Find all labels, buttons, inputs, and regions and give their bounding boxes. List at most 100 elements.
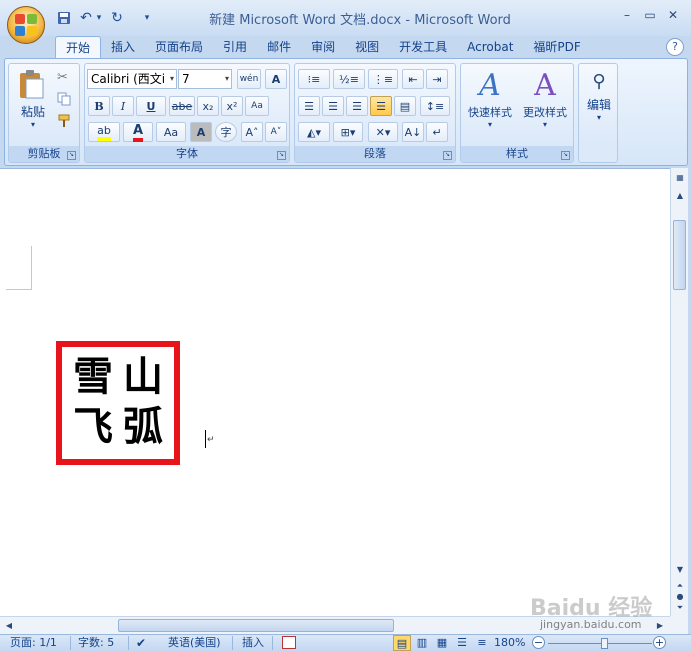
vertical-scroll-thumb[interactable] <box>673 220 686 290</box>
line-spacing-button[interactable]: ↕≡ <box>420 96 450 116</box>
minimize-button[interactable]: – <box>616 8 638 26</box>
align-left-button[interactable]: ☰ <box>298 96 320 116</box>
tab-acrobat[interactable]: Acrobat <box>457 36 523 58</box>
tab-insert[interactable]: 插入 <box>101 36 145 58</box>
format-painter-icon[interactable] <box>57 114 73 130</box>
zoom-slider-thumb[interactable] <box>601 638 608 649</box>
quick-styles-button[interactable]: A 快速样式 ▾ <box>463 68 517 134</box>
editing-button[interactable]: ⚲ 编辑 ▾ <box>581 68 617 134</box>
font-size-combo[interactable]: 7 ▾ <box>178 69 232 89</box>
line-spacing-icon: ↕≡ <box>425 99 445 113</box>
save-icon[interactable] <box>55 9 73 27</box>
tab-home[interactable]: 开始 <box>55 36 102 58</box>
office-button[interactable] <box>7 6 45 44</box>
character-shading-button[interactable]: A <box>190 122 212 142</box>
phonetic-guide-button[interactable]: wén <box>237 69 261 89</box>
zoom-level[interactable]: 180% <box>494 635 525 651</box>
scroll-up-icon[interactable]: ▲ <box>672 188 688 204</box>
font-name-value: Calibri (西文i <box>91 72 166 86</box>
multilevel-list-button[interactable]: ⋮≡ <box>368 69 398 89</box>
increase-indent-icon: ⇥ <box>432 72 442 86</box>
bullets-icon: ⁝≡ <box>307 72 321 86</box>
window-title: 新建 Microsoft Word 文档.docx - Microsoft Wo… <box>209 13 511 28</box>
tab-foxit-pdf[interactable]: 福昕PDF <box>523 36 590 58</box>
paste-button[interactable]: 粘贴 ▾ <box>17 68 49 130</box>
tab-references[interactable]: 引用 <box>213 36 257 58</box>
proofing-icon[interactable]: ✔ <box>136 635 146 651</box>
scroll-left-icon[interactable]: ◀ <box>1 618 17 634</box>
scrollbar-corner <box>670 616 688 634</box>
font-color-button[interactable]: A <box>123 122 153 142</box>
shading-button[interactable]: ◭▾ <box>298 122 330 142</box>
underline-button[interactable]: U <box>136 96 166 116</box>
redo-button[interactable]: ↻ <box>108 9 126 27</box>
tab-view[interactable]: 视图 <box>345 36 389 58</box>
borders-button[interactable]: ⊞▾ <box>333 122 363 142</box>
align-center-button[interactable]: ☰ <box>322 96 344 116</box>
draft-view-icon[interactable]: ≡ <box>473 635 491 651</box>
numbering-button[interactable]: ½≡ <box>333 69 365 89</box>
superscript-button[interactable]: x² <box>221 96 243 116</box>
zoom-slider-track[interactable] <box>548 643 652 644</box>
change-styles-button[interactable]: A 更改样式 ▾ <box>518 68 572 134</box>
strikethrough-button[interactable]: abe <box>169 96 195 116</box>
italic-button[interactable]: I <box>112 96 134 116</box>
scroll-right-icon[interactable]: ▶ <box>652 618 668 634</box>
scroll-down-icon[interactable]: ▼ <box>672 562 688 578</box>
bullets-button[interactable]: ⁝≡ <box>298 69 330 89</box>
paragraph-launcher-icon[interactable]: ↘ <box>443 151 452 160</box>
print-layout-view-icon[interactable]: ▤ <box>393 635 411 651</box>
highlight-button[interactable]: ab <box>88 122 120 142</box>
shrink-font-button[interactable]: A˅ <box>265 122 287 142</box>
vertical-scrollbar[interactable]: ▦ ▲ ▼ ⏶ ● ⏷ <box>670 168 688 616</box>
web-layout-icon[interactable]: ▦ <box>433 635 451 651</box>
tab-mailings[interactable]: 邮件 <box>257 36 301 58</box>
font-launcher-icon[interactable]: ↘ <box>277 151 286 160</box>
close-button[interactable]: ✕ <box>662 8 684 26</box>
undo-dropdown-icon[interactable]: ▾ <box>94 9 104 27</box>
decrease-indent-button[interactable]: ⇤ <box>402 69 424 89</box>
clipboard-launcher-icon[interactable]: ↘ <box>67 151 76 160</box>
help-icon[interactable]: ? <box>666 38 684 56</box>
full-screen-reading-icon[interactable]: ▥ <box>413 635 431 651</box>
horizontal-scroll-thumb[interactable] <box>118 619 394 632</box>
bold-button[interactable]: B <box>88 96 110 116</box>
outline-view-icon[interactable]: ☰ <box>453 635 471 651</box>
font-name-combo[interactable]: Calibri (西文i ▾ <box>87 69 177 89</box>
clipboard-group: 粘贴 ▾ ✂ 剪贴板 ↘ <box>8 63 80 163</box>
tab-developer[interactable]: 开发工具 <box>389 36 457 58</box>
styles-group: A 快速样式 ▾ A 更改样式 ▾ 样式 ↘ <box>460 63 574 163</box>
show-marks-button[interactable]: ↵ <box>426 122 448 142</box>
sort-button[interactable]: A↓ <box>402 122 424 142</box>
align-right-button[interactable]: ☰ <box>346 96 368 116</box>
change-case-button[interactable]: Aa <box>156 122 186 142</box>
chinese-layout-button[interactable]: ✕▾ <box>368 122 398 142</box>
tab-review[interactable]: 审阅 <box>301 36 345 58</box>
status-separator <box>272 636 273 650</box>
word-count[interactable]: 字数: 5 <box>78 635 114 651</box>
undo-button[interactable]: ↶ <box>78 9 94 27</box>
seal-stamp[interactable]: 雪 山 飞 弧 <box>56 341 180 465</box>
distributed-button[interactable]: ▤ <box>394 96 416 116</box>
subscript-button[interactable]: x₂ <box>197 96 219 116</box>
ruler-toggle-icon[interactable]: ▦ <box>672 170 688 186</box>
macro-record-icon[interactable] <box>282 636 296 649</box>
copy-icon[interactable] <box>57 92 73 108</box>
character-border-button[interactable]: A <box>265 69 287 89</box>
zoom-out-icon[interactable]: − <box>532 636 545 649</box>
justify-button[interactable]: ☰ <box>370 96 392 116</box>
language-indicator[interactable]: 英语(美国) <box>168 635 221 651</box>
insert-mode[interactable]: 插入 <box>242 635 264 651</box>
page-count[interactable]: 页面: 1/1 <box>10 635 57 651</box>
enclose-characters-button[interactable]: 字 <box>215 122 237 142</box>
maximize-button[interactable]: ▭ <box>639 8 661 26</box>
clear-formatting-button[interactable]: Aa <box>245 96 269 116</box>
increase-indent-button[interactable]: ⇥ <box>426 69 448 89</box>
zoom-in-icon[interactable]: + <box>653 636 666 649</box>
cut-icon[interactable]: ✂ <box>57 70 73 86</box>
next-page-icon[interactable]: ⏷ <box>672 600 688 616</box>
chinese-layout-icon: ✕▾ <box>375 125 391 139</box>
styles-launcher-icon[interactable]: ↘ <box>561 151 570 160</box>
grow-font-button[interactable]: A˄ <box>241 122 263 142</box>
tab-page-layout[interactable]: 页面布局 <box>145 36 213 58</box>
